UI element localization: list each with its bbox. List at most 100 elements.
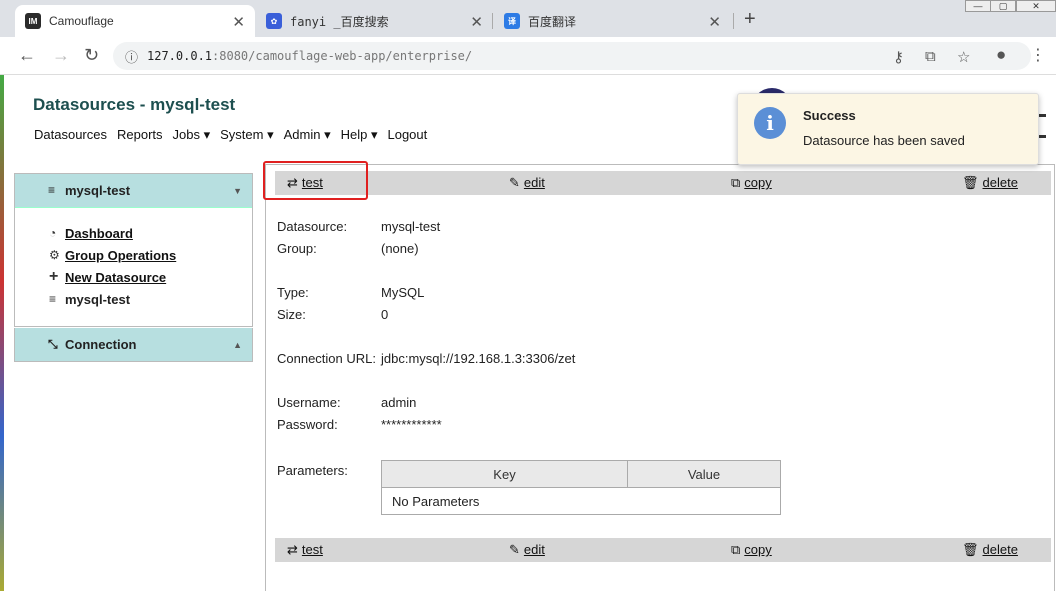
type-label: Type: xyxy=(277,285,309,300)
edit-button[interactable]: ✎ edit xyxy=(509,542,545,558)
delete-button[interactable]: 🗑 delete xyxy=(962,542,1018,558)
connection-url-value: jdbc:mysql://192.168.1.3:3306/zet xyxy=(381,351,576,366)
database-icon: ≡ xyxy=(48,183,56,197)
close-tab-icon[interactable]: ✕ xyxy=(470,13,483,31)
nav-datasources[interactable]: Datasources xyxy=(34,127,107,143)
tab-title: 百度翻译 xyxy=(528,14,577,29)
column-header-key[interactable]: Key xyxy=(382,461,628,487)
edit-label: edit xyxy=(523,175,545,190)
action-bar-top: ⇄ test ✎ edit ⧉ copy 🗑 delete xyxy=(275,171,1051,195)
copy-button[interactable]: ⧉ copy xyxy=(731,542,772,558)
nav-system[interactable]: System ▾ xyxy=(220,127,273,143)
table-empty-message: No Parameters xyxy=(392,494,480,509)
tab-baidu-translate[interactable]: 译 百度翻译 ✕ xyxy=(494,5,731,37)
sidebar-panel: ≡ mysql-test ▼ ◔ Dashboard ⚙ Group Opera… xyxy=(14,173,253,327)
password-label: Password: xyxy=(277,417,338,432)
url-host: 127.0.0.1 xyxy=(147,49,213,63)
column-header-value[interactable]: Value xyxy=(628,461,780,487)
info-icon: i xyxy=(754,107,786,139)
sidebar-item-group-operations[interactable]: ⚙ Group Operations xyxy=(49,244,252,266)
maximize-window-icon[interactable]: ▢ xyxy=(990,0,1016,12)
database-icon: ≡ xyxy=(49,292,57,306)
url-path: :8080/camouflage-web-app/enterprise/ xyxy=(212,49,473,63)
nav-help[interactable]: Help ▾ xyxy=(341,127,378,143)
main-nav: Datasources Reports Jobs ▾ System ▾ Admi… xyxy=(34,127,437,143)
browser-tab-bar: IM Camouflage ✕ ✿ fanyi _百度搜索 ✕ 译 百度翻译 ✕… xyxy=(0,0,1056,37)
tab-separator xyxy=(733,13,734,29)
nav-logout[interactable]: Logout xyxy=(387,127,427,143)
connection-panel-header[interactable]: ⤡ Connection ▲ xyxy=(14,328,253,362)
logo-fragment xyxy=(1038,114,1046,138)
tab-camouflage[interactable]: IM Camouflage ✕ xyxy=(15,5,255,37)
plug-icon: ⤡ xyxy=(48,337,58,351)
password-value: ************ xyxy=(381,417,442,432)
tab-baidu-search[interactable]: ✿ fanyi _百度搜索 ✕ xyxy=(256,5,493,37)
swap-arrows-icon: ⇄ xyxy=(287,542,298,557)
nav-admin[interactable]: Admin ▾ xyxy=(284,127,331,143)
back-arrow-icon[interactable]: ← xyxy=(18,45,36,66)
copy-button[interactable]: ⧉ copy xyxy=(731,175,772,191)
tab-title: Camouflage xyxy=(49,14,114,28)
group-value: (none) xyxy=(381,241,419,256)
copy-icon: ⧉ xyxy=(731,175,741,190)
key-icon[interactable]: ⚷ xyxy=(893,48,904,66)
page-title: Datasources - mysql-test xyxy=(33,95,236,114)
new-tab-plus-icon[interactable]: + xyxy=(744,8,756,31)
reload-icon[interactable]: ↻ xyxy=(84,45,99,66)
trash-icon: 🗑 xyxy=(962,542,979,557)
sidebar-item-label: New Datasource xyxy=(65,269,167,285)
camouflage-favicon-icon: IM xyxy=(25,13,41,29)
gauge-icon: ◔ xyxy=(49,226,57,240)
parameters-label: Parameters: xyxy=(277,463,348,478)
window-edge-decoration xyxy=(0,75,4,591)
minimize-window-icon[interactable]: — xyxy=(965,0,991,12)
username-label: Username: xyxy=(277,395,341,410)
sidebar-panel-header[interactable]: ≡ mysql-test ▼ xyxy=(15,174,252,208)
sidebar-item-dashboard[interactable]: ◔ Dashboard xyxy=(49,222,252,244)
success-toast[interactable]: i Success Datasource has been saved xyxy=(737,93,1039,165)
tab-separator xyxy=(492,13,493,29)
address-bar[interactable]: ⓘ 127.0.0.1:8080/camouflage-web-app/ente… xyxy=(113,42,1031,70)
pencil-icon: ✎ xyxy=(509,542,520,557)
close-tab-icon[interactable]: ✕ xyxy=(708,13,721,31)
toast-message: Datasource has been saved xyxy=(803,133,965,148)
browser-toolbar: ← → ↻ ⓘ 127.0.0.1:8080/camouflage-web-ap… xyxy=(0,37,1056,75)
sidebar-panel-title: mysql-test xyxy=(65,183,131,198)
profile-avatar-icon[interactable]: ● xyxy=(996,45,1006,65)
close-window-icon[interactable]: ✕ xyxy=(1016,0,1056,12)
highlight-annotation-box xyxy=(263,161,368,200)
delete-label: delete xyxy=(982,175,1018,190)
address-url: 127.0.0.1:8080/camouflage-web-app/enterp… xyxy=(147,49,472,63)
menu-kebab-icon[interactable]: ⋮ xyxy=(1030,45,1046,65)
test-button[interactable]: ⇄ test xyxy=(287,542,323,558)
datasource-label: Datasource: xyxy=(277,219,348,234)
trash-icon: 🗑 xyxy=(962,175,979,190)
pencil-icon: ✎ xyxy=(509,175,520,190)
connection-panel-title: Connection xyxy=(65,337,137,352)
tab-title: fanyi _百度搜索 xyxy=(290,14,389,29)
sidebar-item-mysql-test: ≡ mysql-test xyxy=(49,288,252,310)
close-tab-icon[interactable]: ✕ xyxy=(232,13,245,31)
type-value: MySQL xyxy=(381,285,425,300)
delete-button[interactable]: 🗑 delete xyxy=(962,175,1018,191)
bookmark-star-icon[interactable]: ☆ xyxy=(957,48,970,66)
connection-url-label: Connection URL: xyxy=(277,351,376,366)
nav-reports[interactable]: Reports xyxy=(117,127,163,143)
username-value: admin xyxy=(381,395,417,410)
edit-label: edit xyxy=(523,542,545,557)
group-label: Group: xyxy=(277,241,317,256)
chevron-down-icon: ▼ xyxy=(233,186,242,196)
sidebar-item-label: Dashboard xyxy=(65,225,133,241)
baidu-paw-icon: ✿ xyxy=(266,13,282,29)
nav-jobs[interactable]: Jobs ▾ xyxy=(173,127,211,143)
parameters-table: Key Value No Parameters xyxy=(381,460,781,515)
chevron-up-icon: ▲ xyxy=(233,340,242,350)
toast-title: Success xyxy=(803,108,856,123)
sidebar-item-label: Group Operations xyxy=(65,247,177,263)
copy-label: copy xyxy=(744,542,772,557)
translate-icon[interactable]: ⧉ xyxy=(925,48,936,65)
sidebar-item-new-datasource[interactable]: + New Datasource xyxy=(49,266,252,288)
forward-arrow-icon[interactable]: → xyxy=(52,45,70,66)
edit-button[interactable]: ✎ edit xyxy=(509,175,545,191)
info-icon[interactable]: ⓘ xyxy=(125,47,138,66)
